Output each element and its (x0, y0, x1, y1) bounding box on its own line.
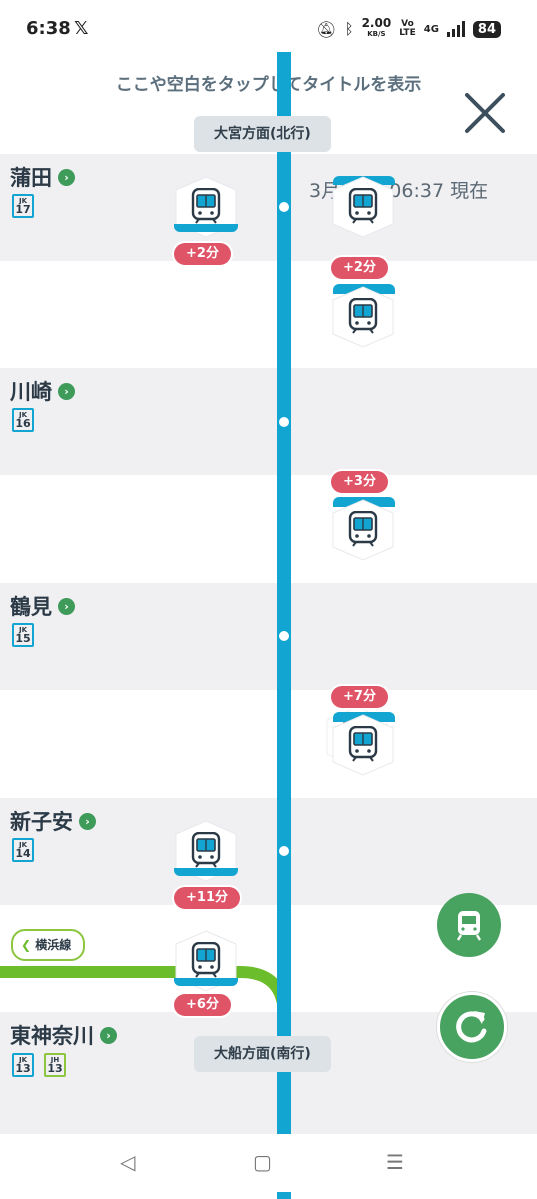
direction-north-label: 大宮方面(北行) (194, 116, 331, 152)
station-name: 川崎 (10, 380, 52, 404)
status-time: 6:38 (26, 18, 71, 39)
refresh-button[interactable] (437, 992, 507, 1062)
direction-south-label: 大船方面(南行) (194, 1036, 331, 1072)
station-name: 蒲田 (10, 166, 52, 190)
station-number-badge: JK 15 (12, 623, 34, 647)
train-icon (456, 911, 482, 941)
train-icon[interactable] (332, 714, 394, 776)
chevron-right-icon[interactable]: › (79, 812, 96, 830)
net-speed: 2.00 KB/S (361, 16, 392, 38)
stop-dot (279, 631, 289, 641)
delay-badge: +2分 (331, 257, 388, 279)
recents-icon[interactable]: ☰ (386, 1150, 404, 1174)
delay-badge: +6分 (174, 994, 231, 1016)
station-higashi-kanagawa[interactable]: 東神奈川 › (10, 1020, 117, 1050)
chevron-right-icon[interactable]: › (58, 168, 75, 186)
train-direction-bar (174, 868, 238, 876)
chevron-left-icon: ❮ (21, 938, 36, 952)
train-direction-bar (174, 978, 238, 986)
stop-dot (279, 202, 289, 212)
close-icon[interactable] (462, 90, 508, 136)
chevron-right-icon[interactable]: › (58, 382, 75, 400)
station-band[interactable] (0, 368, 537, 475)
bluetooth-icon: ᛒ (344, 20, 354, 38)
train-icon[interactable] (332, 499, 394, 561)
tap-hint[interactable]: ここや空白をタップしてタイトルを表示 (0, 70, 537, 95)
station-kawasaki[interactable]: 川崎 › (10, 376, 75, 406)
station-name: 鶴見 (10, 595, 52, 619)
station-band[interactable] (0, 583, 537, 690)
volte-icon: Vo LTE (399, 19, 416, 38)
section-band[interactable] (0, 690, 537, 797)
refresh-icon (456, 1011, 487, 1043)
train-list-button[interactable] (437, 893, 501, 957)
station-number-badge: JK 13 (12, 1053, 34, 1077)
delay-badge: +2分 (174, 243, 231, 265)
station-tsurumi[interactable]: 鶴見 › (10, 591, 75, 621)
battery-icon: 84 (472, 20, 501, 38)
delay-badge: +7分 (331, 686, 388, 708)
chevron-right-icon[interactable]: › (100, 1026, 117, 1044)
home-icon[interactable]: ▢ (253, 1150, 272, 1174)
station-name: 新子安 (10, 810, 73, 834)
signal-icon (446, 21, 465, 37)
delay-badge: +3分 (331, 471, 388, 493)
keihin-tohoku-line (277, 52, 291, 1134)
station-number-badge: JK 17 (12, 194, 34, 218)
station-number-badge: JK 14 (12, 838, 34, 862)
stop-dot (279, 846, 289, 856)
station-shinkoyasu[interactable]: 新子安 › (10, 806, 96, 836)
station-number-badge: JK 16 (12, 408, 34, 432)
network-type: 4G (423, 23, 439, 35)
mute-icon: 🔕︎ (316, 19, 337, 39)
station-kamata[interactable]: 蒲田 › (10, 162, 75, 192)
section-band[interactable] (0, 261, 537, 368)
keihin-tohoku-line (277, 1192, 291, 1199)
stop-dot (279, 417, 289, 427)
chevron-right-icon[interactable]: › (58, 597, 75, 615)
status-icons: 🔕︎ ᛒ 2.00 KB/S Vo LTE 4G 84 (316, 16, 501, 42)
section-band[interactable] (0, 475, 537, 582)
station-band[interactable] (0, 154, 537, 261)
train-direction-bar (174, 224, 238, 232)
transfer-line-tag[interactable]: ❮ 横浜線 (11, 929, 86, 961)
train-icon[interactable] (332, 176, 394, 238)
train-icon[interactable] (332, 286, 394, 348)
back-icon[interactable]: ◁ (120, 1150, 135, 1174)
station-name: 東神奈川 (10, 1024, 94, 1048)
x-logo-icon: 𝕏 (74, 18, 89, 39)
delay-badge: +11分 (174, 887, 240, 909)
station-number-badge-yokohama: JH 13 (44, 1053, 66, 1077)
